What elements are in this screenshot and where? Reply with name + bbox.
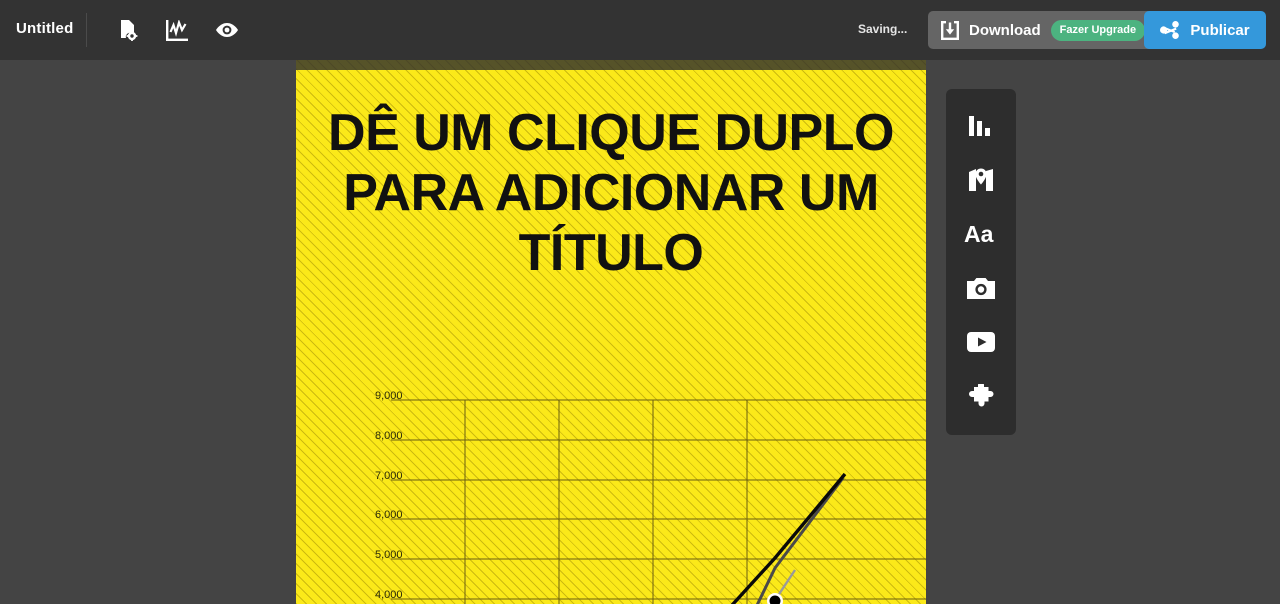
document-settings-icon[interactable] bbox=[112, 15, 144, 45]
chart-plot bbox=[391, 399, 926, 604]
tool-map-icon[interactable] bbox=[946, 153, 1016, 207]
header-divider bbox=[86, 13, 87, 47]
download-icon bbox=[941, 20, 959, 40]
y-tick-label: 5,000 bbox=[375, 549, 403, 561]
y-tick-label: 6,000 bbox=[375, 509, 403, 521]
top-header-bar: Untitled Saving... Download Fazer Upgrad… bbox=[0, 0, 1280, 60]
y-tick-label: 4,000 bbox=[375, 589, 403, 601]
tool-photo-icon[interactable] bbox=[946, 261, 1016, 315]
app-root: DÊ UM CLIQUE DUPLO PARA ADICIONAR UM TÍT… bbox=[0, 0, 1280, 604]
tool-plugin-icon[interactable] bbox=[946, 369, 1016, 423]
tool-text-icon[interactable]: Aa bbox=[946, 207, 1016, 261]
document-title[interactable]: Untitled bbox=[16, 20, 73, 37]
y-tick-label: 8,000 bbox=[375, 430, 403, 442]
slide-title[interactable]: DÊ UM CLIQUE DUPLO PARA ADICIONAR UM TÍT… bbox=[316, 103, 906, 283]
tool-chart-icon[interactable] bbox=[946, 99, 1016, 153]
slide-chart[interactable]: 9,000 8,000 7,000 6,000 5,000 4,000 bbox=[375, 370, 926, 604]
upgrade-badge[interactable]: Fazer Upgrade bbox=[1050, 19, 1146, 41]
publish-label: Publicar bbox=[1190, 21, 1250, 39]
download-label: Download bbox=[969, 21, 1041, 39]
y-tick-label: 9,000 bbox=[375, 390, 403, 402]
share-icon bbox=[1160, 21, 1180, 39]
publish-button[interactable]: Publicar bbox=[1144, 11, 1266, 49]
slide-canvas[interactable]: DÊ UM CLIQUE DUPLO PARA ADICIONAR UM TÍT… bbox=[296, 21, 926, 604]
chart-icon[interactable] bbox=[161, 15, 193, 45]
y-tick-label: 7,000 bbox=[375, 470, 403, 482]
svg-text:Aa: Aa bbox=[964, 222, 994, 246]
saving-status: Saving... bbox=[858, 22, 908, 36]
tool-video-icon[interactable] bbox=[946, 315, 1016, 369]
download-button[interactable]: Download Fazer Upgrade bbox=[928, 11, 1158, 49]
tool-rail: Aa bbox=[946, 89, 1016, 435]
preview-eye-icon[interactable] bbox=[211, 15, 243, 45]
